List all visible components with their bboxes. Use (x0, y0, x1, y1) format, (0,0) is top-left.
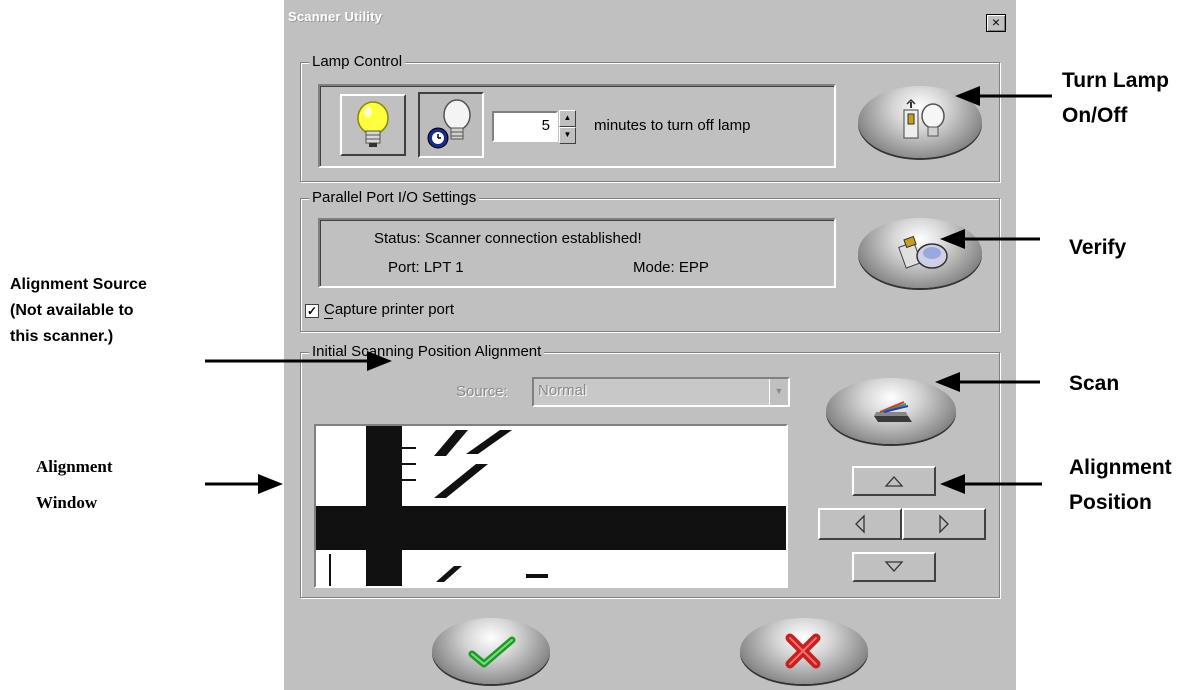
arrow-head (367, 351, 392, 371)
arrow-head (258, 474, 283, 494)
annotation-arrows (205, 86, 1052, 494)
arrow-head (935, 372, 960, 392)
arrow-head (940, 474, 965, 494)
arrow-head (955, 86, 980, 106)
arrow-head (940, 229, 965, 249)
